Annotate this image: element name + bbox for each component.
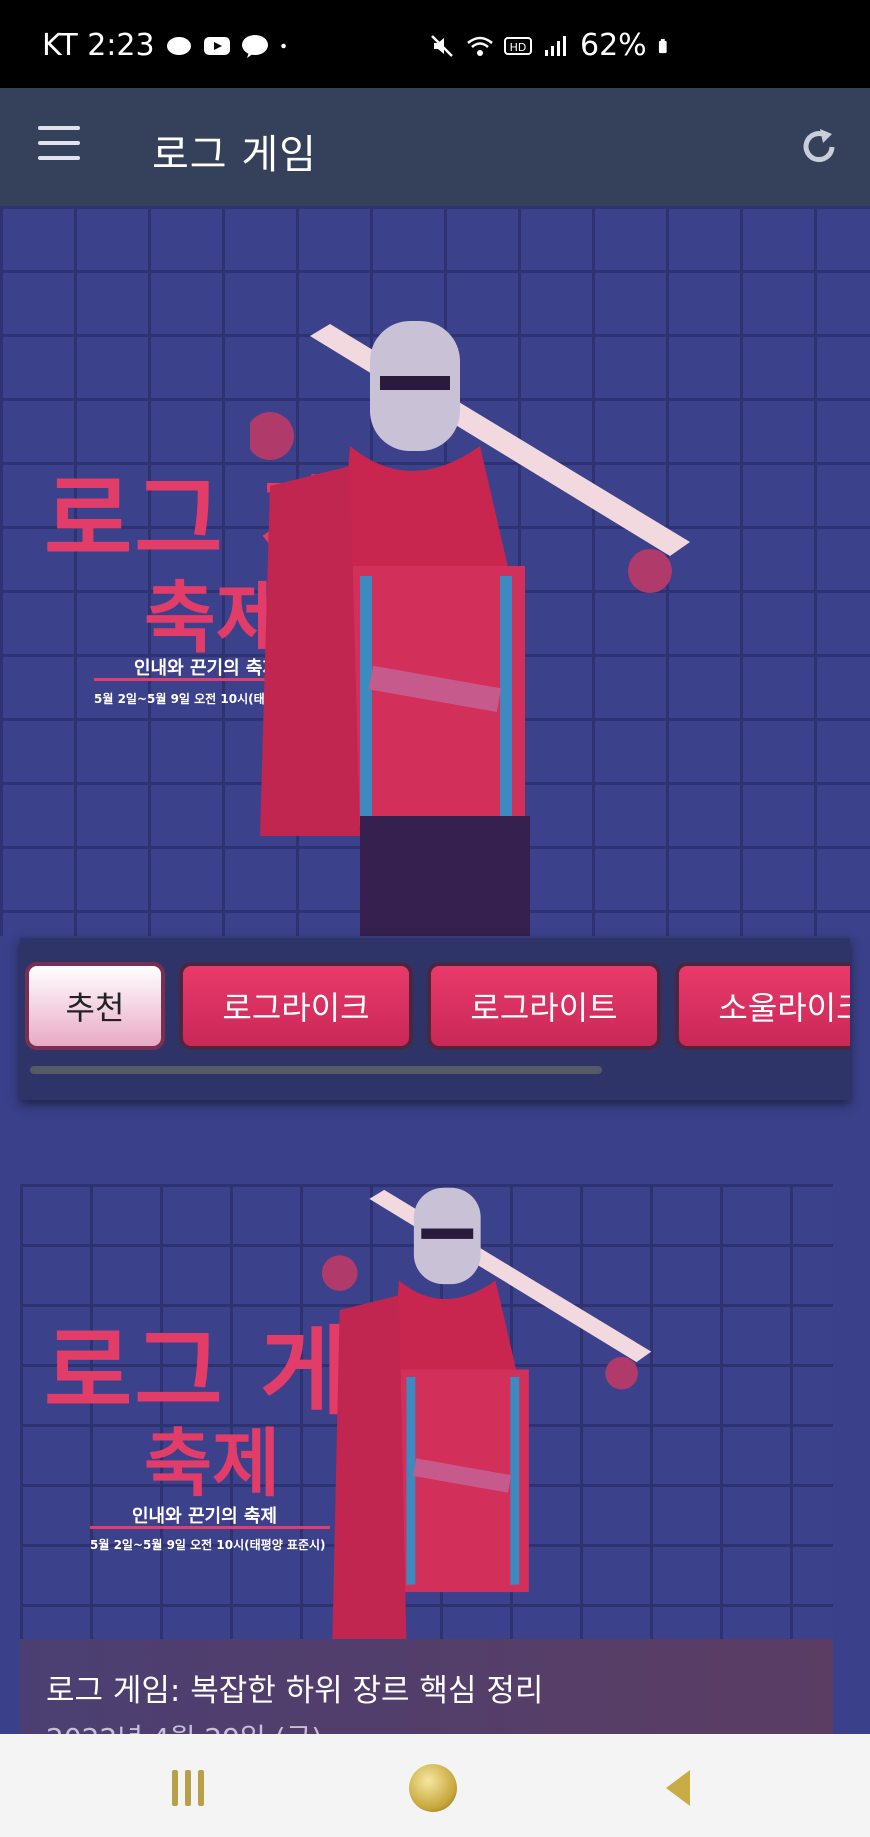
card-poster-title-sub: 축제	[144, 1421, 281, 1507]
back-icon[interactable]	[664, 1768, 692, 1808]
battery-icon	[658, 38, 667, 53]
category-chip-roguelite[interactable]: 로그라이트	[427, 962, 661, 1050]
hamburger-menu-icon[interactable]	[38, 126, 80, 160]
category-chip-roguelike[interactable]: 로그라이크	[179, 962, 413, 1050]
category-chip-soulslike[interactable]: 소울라이크	[675, 962, 850, 1050]
message-bubble-icon	[166, 36, 191, 55]
youtube-icon	[203, 36, 230, 55]
signal-icon	[545, 35, 566, 56]
status-left: KT 2:23	[42, 28, 295, 63]
page-title: 로그 게임	[152, 132, 317, 178]
status-right: HD 62%	[428, 28, 675, 63]
mute-icon	[431, 34, 453, 57]
category-chip-list: 추천 로그라이크 로그라이트 소울라이크	[25, 962, 850, 1050]
article-date: 2022년 4월 29일 (금)	[46, 1717, 322, 1734]
refresh-icon[interactable]	[798, 126, 840, 168]
dot-icon	[280, 43, 286, 48]
horizontal-scrollbar[interactable]	[30, 1066, 602, 1074]
system-nav-bar	[0, 1734, 870, 1837]
category-tabs: 추천 로그라이크 로그라이트 소울라이크	[20, 938, 850, 1100]
battery-percent: 62%	[580, 28, 647, 63]
article-card[interactable]: 로그 게임 축제 인내와 끈기의 축제 5월 2일~5월 9일 오전 10시(태…	[20, 1184, 833, 1734]
category-chip-recommended[interactable]: 추천	[25, 962, 165, 1050]
card-poster-subtitle: 인내와 끈기의 축제	[132, 1506, 278, 1527]
status-bar: KT 2:23 HD 62%	[0, 0, 870, 88]
svg-text:HD: HD	[510, 41, 527, 54]
wifi-icon	[467, 36, 493, 56]
hero-banner[interactable]: 로그 게임 축제 인내와 끈기의 축제 5월 2일~5월 9일 오전 10시(태…	[0, 206, 870, 936]
card-caption: 로그 게임: 복잡한 하위 장르 핵심 정리 2022년 4월 29일 (금)	[20, 1639, 833, 1734]
carrier-time: KT 2:23	[42, 28, 155, 63]
recent-apps-icon[interactable]	[172, 1770, 212, 1806]
knight-illustration	[250, 321, 690, 936]
card-knight-illustration	[321, 1187, 652, 1644]
home-button-icon[interactable]	[409, 1764, 457, 1812]
article-title[interactable]: 로그 게임: 복잡한 하위 장르 핵심 정리	[46, 1665, 543, 1710]
kakaotalk-icon	[241, 34, 268, 58]
hd-icon: HD	[504, 36, 532, 55]
app-bar: 로그 게임	[0, 88, 870, 206]
